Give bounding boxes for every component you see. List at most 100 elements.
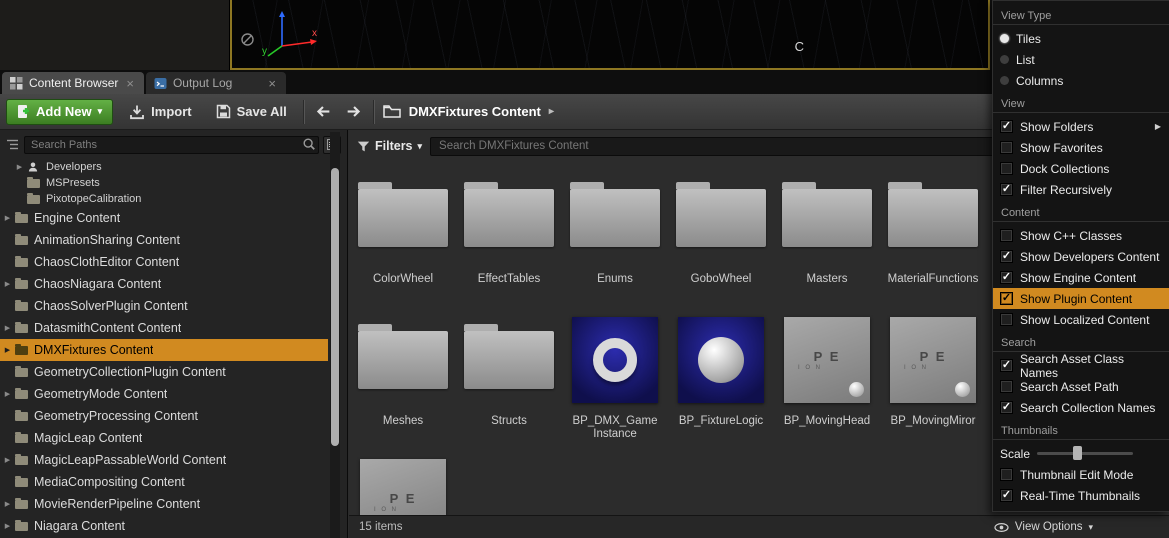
folder-icon [15, 214, 28, 223]
menu-item-filter-recursively[interactable]: ✓ Filter Recursively [993, 179, 1169, 200]
folder-icon [15, 478, 28, 487]
expander-icon[interactable]: ▶ [2, 214, 13, 222]
menu-item-show-cpp-classes[interactable]: Show C++ Classes [993, 225, 1169, 246]
blueprint-thumbnail [678, 317, 764, 403]
menu-item-list[interactable]: List [993, 49, 1169, 70]
tree-item-magicleappassableworld[interactable]: ▶ MagicLeapPassableWorld Content [0, 449, 328, 471]
folder-tile-masters[interactable]: Masters [774, 168, 880, 310]
checkbox-icon [1000, 229, 1013, 242]
save-all-button[interactable]: Save All [208, 99, 295, 125]
folder-tile-meshes[interactable]: Meshes [350, 310, 456, 452]
menu-item-show-localized-content[interactable]: Show Localized Content [993, 309, 1169, 330]
import-button[interactable]: Import [121, 99, 199, 125]
tree-item-developers[interactable]: ▶ Developers [0, 159, 328, 175]
search-icon [302, 137, 316, 151]
tree-item-movierenderpipeline[interactable]: ▶ MovieRenderPipeline Content [0, 493, 328, 515]
sphere-icon [698, 337, 744, 383]
asset-tile-bp-movinghead[interactable]: P E I O N BP_MovingHead [774, 310, 880, 452]
add-new-button[interactable]: Add New ▾ [6, 99, 113, 125]
tree-item-datasmithcontent[interactable]: ▶ DatasmithContent Content [0, 317, 328, 339]
radio-selected-icon [1000, 34, 1009, 43]
folder-tile-colorwheel[interactable]: ColorWheel [350, 168, 456, 310]
tree-item-dmxfixtures[interactable]: ▶ DMXFixtures Content [0, 339, 328, 361]
tree-item-engine-content[interactable]: ▶ Engine Content [0, 207, 328, 229]
folder-icon [15, 412, 28, 421]
tree-item-geometryprocessing[interactable]: GeometryProcessing Content [0, 405, 328, 427]
tree-item-mediacompositing[interactable]: MediaCompositing Content [0, 471, 328, 493]
expander-icon[interactable]: ▶ [2, 346, 13, 354]
blueprint-thumbnail: P E I O N [360, 459, 446, 515]
tree-scrollbar-thumb[interactable] [331, 168, 339, 446]
menu-item-dock-collections[interactable]: Dock Collections [993, 158, 1169, 179]
viewport-corner-label: C [795, 39, 804, 54]
folder-tile-effecttables[interactable]: EffectTables [456, 168, 562, 310]
menu-section-view-type: View Type [993, 5, 1169, 25]
filters-button[interactable]: Filters ▾ [357, 139, 422, 153]
tab-content-browser[interactable]: Content Browser × [2, 72, 144, 94]
radio-icon [1000, 55, 1009, 64]
view-options-button[interactable]: View Options ▾ [994, 521, 1093, 534]
menu-section-content: Content [993, 202, 1169, 222]
menu-item-show-favorites[interactable]: Show Favorites [993, 137, 1169, 158]
close-icon[interactable]: × [266, 77, 278, 90]
breadcrumb[interactable]: DMXFixtures Content ▸ [383, 104, 554, 119]
checkbox-checked-icon: ✓ [1000, 271, 1013, 284]
asset-grid: ColorWheel EffectTables Enums GoboWheel … [350, 168, 1094, 515]
tree-item-niagara[interactable]: ▶ Niagara Content [0, 515, 328, 537]
toolbar-separator [303, 100, 305, 124]
breadcrumb-arrow-icon[interactable]: ▸ [549, 106, 554, 117]
folder-icon [888, 189, 978, 247]
tree-item-chaossolverplugin[interactable]: ChaosSolverPlugin Content [0, 295, 328, 317]
tree-item-mspresets[interactable]: MSPresets [0, 175, 328, 191]
menu-item-search-asset-class-names[interactable]: ✓ Search Asset Class Names [993, 355, 1169, 376]
breadcrumb-label[interactable]: DMXFixtures Content [409, 104, 541, 119]
expander-icon[interactable]: ▶ [2, 390, 13, 398]
folder-tile-enums[interactable]: Enums [562, 168, 668, 310]
menu-item-search-collection-names[interactable]: ✓ Search Collection Names [993, 397, 1169, 418]
menu-item-thumbnail-edit-mode[interactable]: Thumbnail Edit Mode [993, 464, 1169, 485]
asset-tile-bp-fixturelogic[interactable]: BP_FixtureLogic [668, 310, 774, 452]
menu-item-show-plugin-content[interactable]: ✓ Show Plugin Content [993, 288, 1169, 309]
folder-tile-materialfunctions[interactable]: MaterialFunctions [880, 168, 986, 310]
content-browser-icon [10, 77, 23, 90]
folder-tile-gobowheel[interactable]: GoboWheel [668, 168, 774, 310]
status-bar: 15 items View Options ▾ [349, 515, 1169, 538]
tree-item-animationsharing[interactable]: AnimationSharing Content [0, 229, 328, 251]
menu-item-show-folders[interactable]: ✓ Show Folders ▶ [993, 116, 1169, 137]
expander-icon[interactable]: ▶ [2, 522, 13, 530]
tree-item-chaosclotheditor[interactable]: ChaosClothEditor Content [0, 251, 328, 273]
tab-output-log[interactable]: Output Log × [146, 72, 286, 94]
asset-tile-partial-bottom[interactable]: P E I O N [350, 452, 456, 515]
tree-item-pixotopecalibration[interactable]: PixotopeCalibration [0, 191, 328, 207]
tree-item-chaosniagara[interactable]: ▶ ChaosNiagara Content [0, 273, 328, 295]
forward-button[interactable] [343, 100, 365, 124]
expander-icon[interactable]: ▶ [2, 456, 13, 464]
asset-grid-row: ColorWheel EffectTables Enums GoboWheel … [350, 168, 1094, 310]
folder-tile-structs[interactable]: Structs [456, 310, 562, 452]
scale-slider-handle[interactable] [1073, 446, 1082, 460]
search-paths-input[interactable] [24, 136, 319, 154]
asset-tile-bp-dmx-gameinstance[interactable]: BP_DMX_Game Instance [562, 310, 668, 452]
tree-item-magicleap[interactable]: MagicLeap Content [0, 427, 328, 449]
folder-icon [27, 195, 40, 204]
expander-icon[interactable]: ▶ [2, 324, 13, 332]
save-icon [216, 104, 231, 119]
scale-slider-track[interactable] [1037, 452, 1133, 455]
tree-item-geometrycollectionplugin[interactable]: GeometryCollectionPlugin Content [0, 361, 328, 383]
sources-toggle-button[interactable] [4, 136, 20, 154]
expander-icon[interactable]: ▶ [2, 280, 13, 288]
folder-icon [464, 189, 554, 247]
menu-item-columns[interactable]: Columns [993, 70, 1169, 91]
asset-tile-bp-movingmiror[interactable]: P E I O N BP_MovingMiror [880, 310, 986, 452]
back-button[interactable] [313, 100, 335, 124]
close-icon[interactable]: × [124, 77, 136, 90]
expander-icon[interactable]: ▶ [14, 163, 25, 171]
expander-icon[interactable]: ▶ [2, 500, 13, 508]
menu-item-real-time-thumbnails[interactable]: ✓ Real-Time Thumbnails [993, 485, 1169, 506]
menu-item-show-developers-content[interactable]: ✓ Show Developers Content [993, 246, 1169, 267]
tree-item-geometrymode[interactable]: ▶ GeometryMode Content [0, 383, 328, 405]
menu-item-show-engine-content[interactable]: ✓ Show Engine Content [993, 267, 1169, 288]
level-viewport[interactable]: x y C [230, 0, 990, 70]
menu-item-tiles[interactable]: Tiles [993, 28, 1169, 49]
filter-funnel-icon [357, 140, 370, 153]
